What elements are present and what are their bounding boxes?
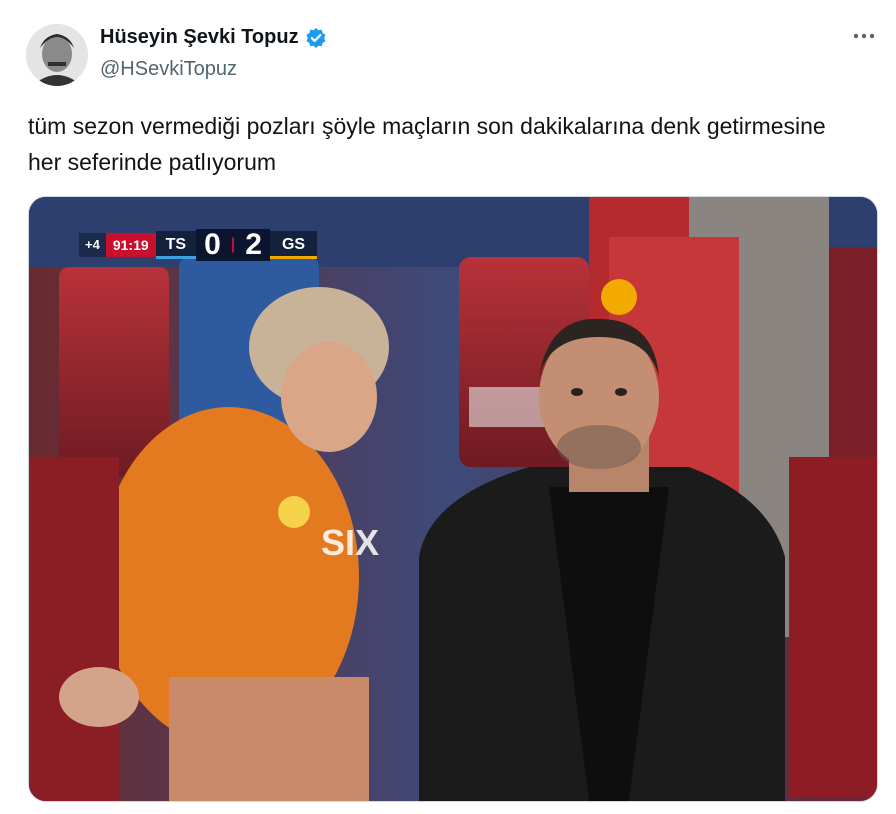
author-name-row[interactable]: Hüseyin Şevki Topuz bbox=[100, 26, 327, 49]
author-name[interactable]: Hüseyin Şevki Topuz bbox=[100, 26, 299, 49]
avatar-photo bbox=[26, 24, 88, 86]
scoreboard-separator: | bbox=[228, 229, 238, 261]
scoreboard-home-team: TS bbox=[155, 231, 197, 259]
tweet-text: tüm sezon vermediği pozları şöyle maçlar… bbox=[28, 113, 826, 175]
scoreboard-home-score: 0 bbox=[196, 229, 229, 261]
more-options-icon[interactable] bbox=[846, 24, 882, 48]
match-photo: SIX bbox=[29, 197, 877, 801]
verified-badge-icon bbox=[305, 27, 327, 49]
scoreboard-clock: 91:19 bbox=[105, 233, 156, 257]
avatar[interactable] bbox=[26, 24, 88, 86]
svg-text:SIX: SIX bbox=[321, 522, 379, 563]
scoreboard-away-team: GS bbox=[269, 231, 318, 259]
author-handle[interactable]: @HSevkiTopuz bbox=[100, 58, 237, 81]
tweet-media[interactable]: SIX +4 91:19 TS 0 | 2 GS bbox=[28, 196, 878, 802]
scoreboard-extra-time: +4 bbox=[79, 233, 106, 257]
scoreboard-away-score: 2 bbox=[237, 229, 270, 261]
scoreboard: +4 91:19 TS 0 | 2 GS bbox=[79, 229, 318, 261]
